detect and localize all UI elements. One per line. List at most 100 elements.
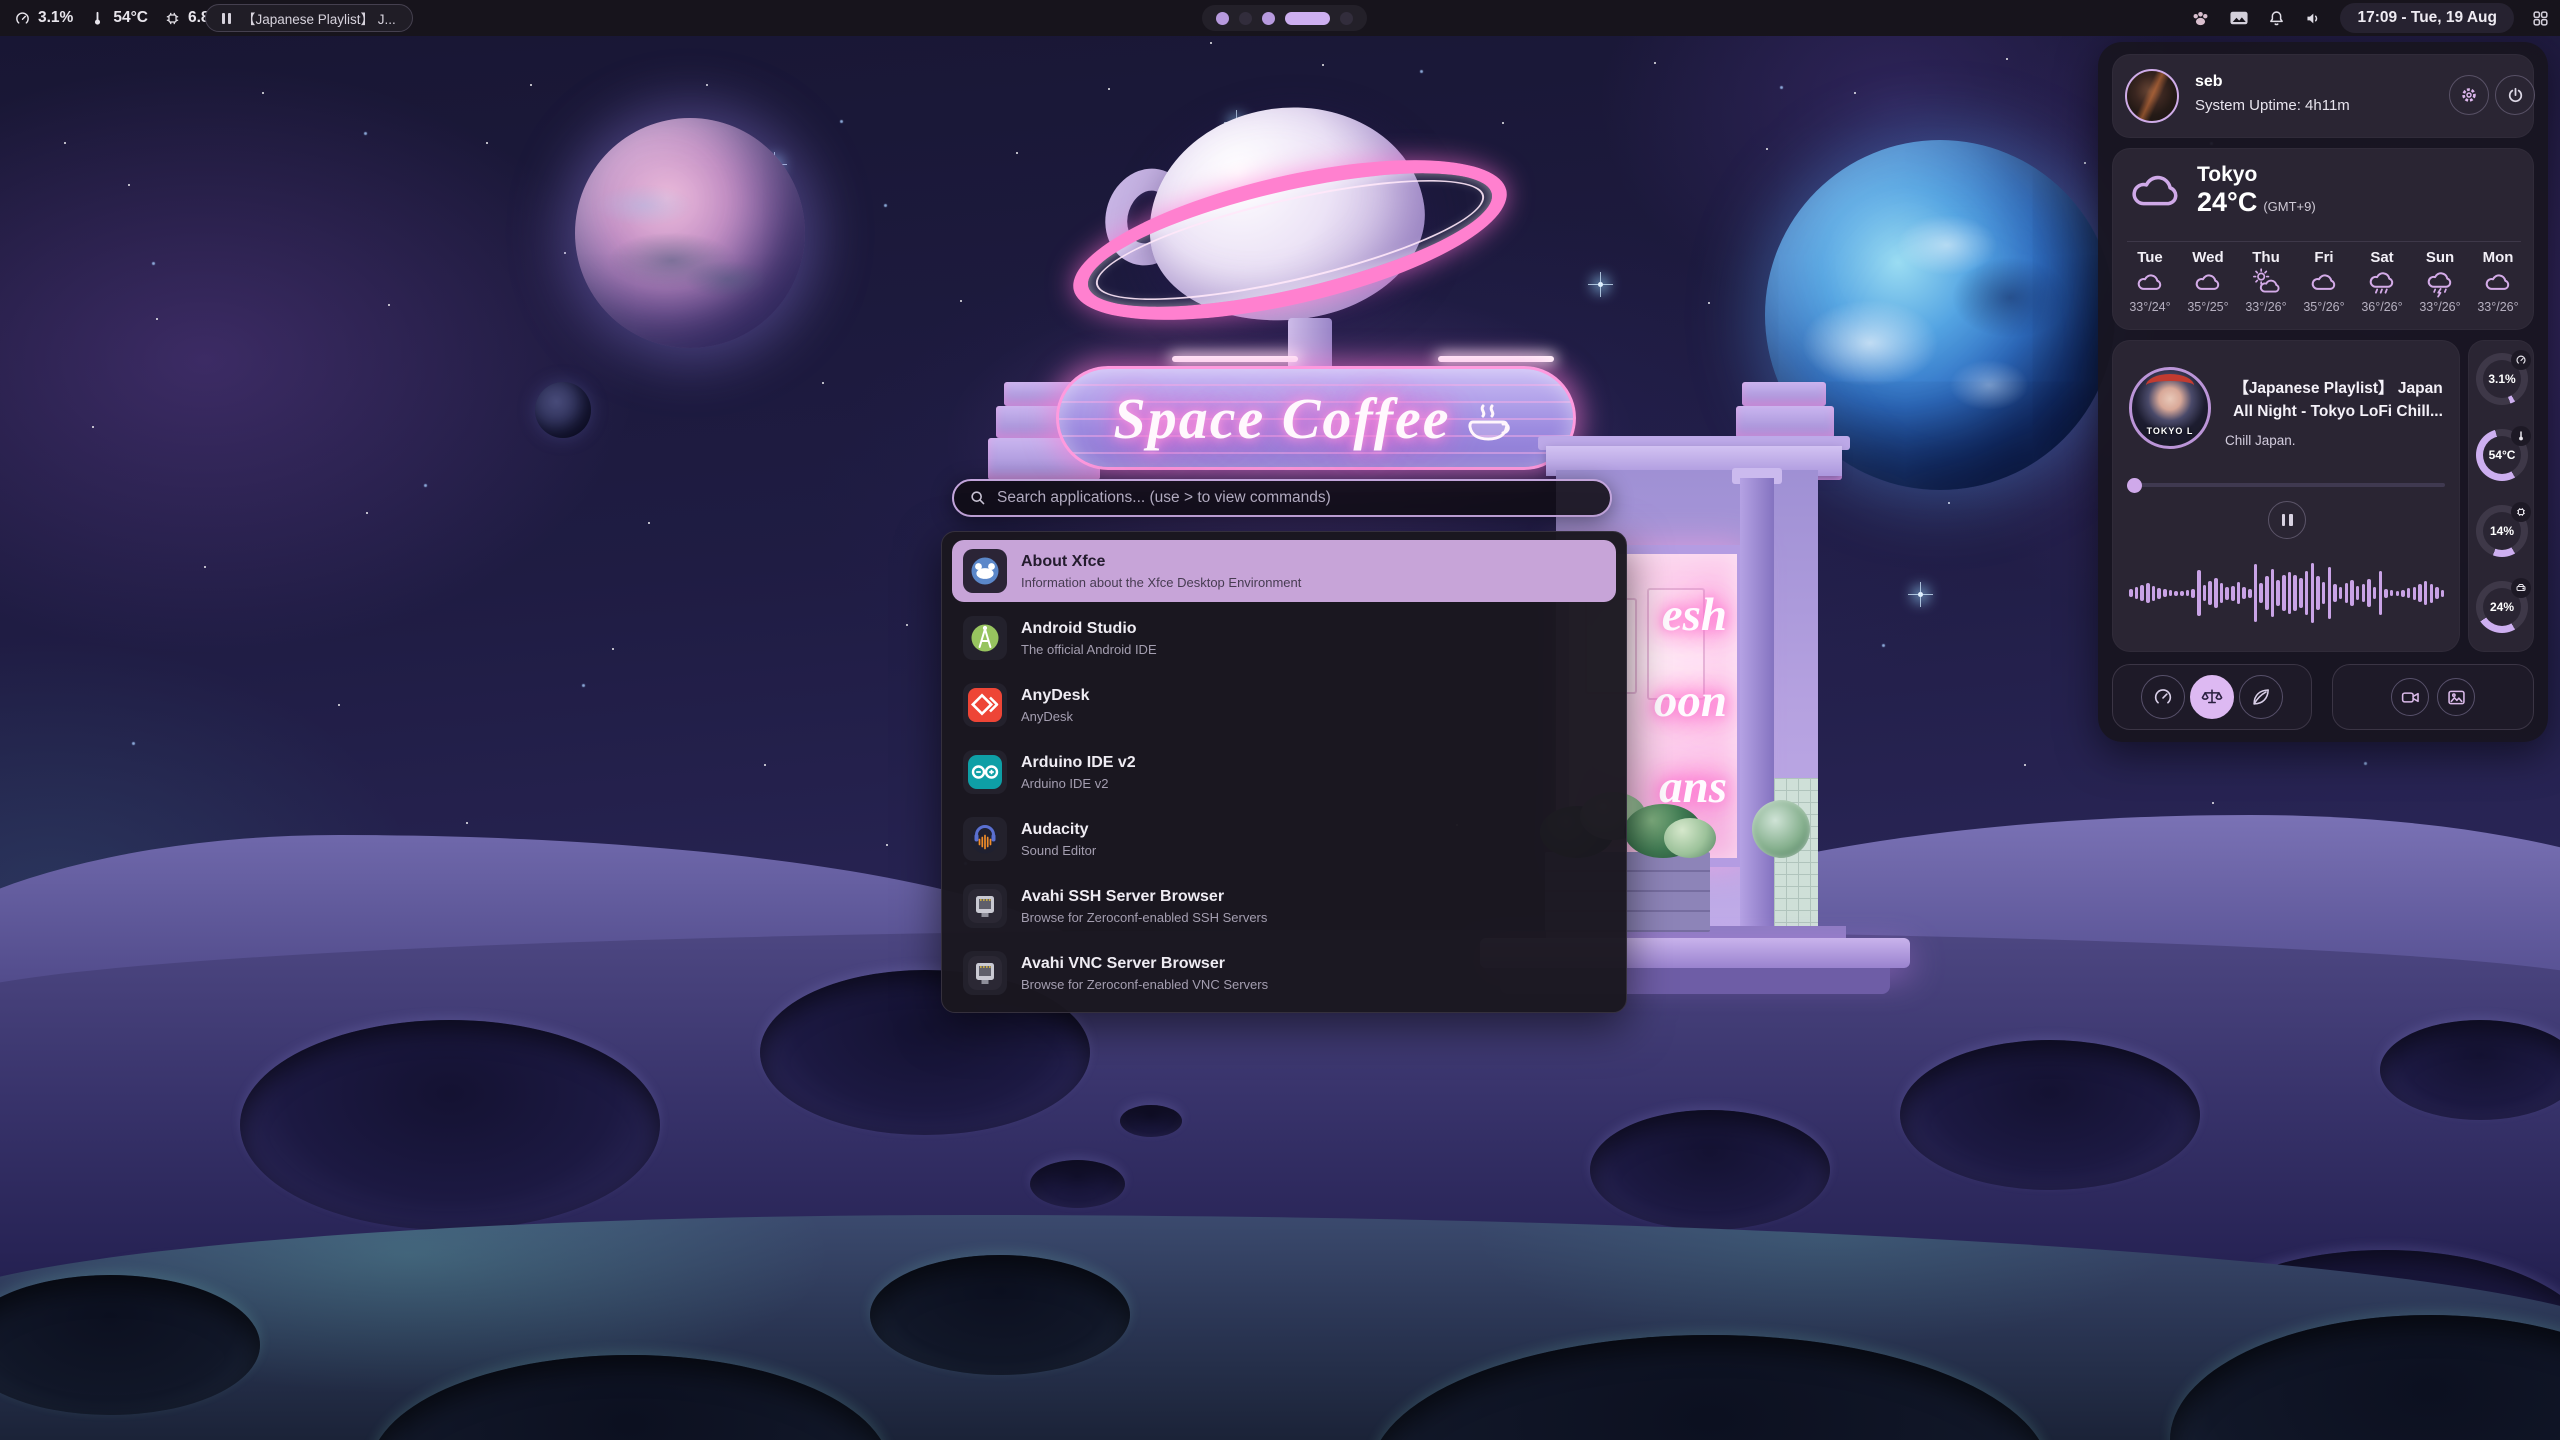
pause-icon <box>222 13 231 24</box>
workspace-dot-empty[interactable] <box>1340 12 1353 25</box>
weather-storm-icon <box>2425 268 2455 298</box>
temperature-stat[interactable]: 54°C <box>89 9 148 27</box>
forecast-day: Fri 35°/26° <box>2295 249 2353 314</box>
launcher-item-anydesk[interactable]: AnyDesk AnyDesk <box>952 674 1616 736</box>
media-player-card: TOKYO L 【Japanese Playlist】 Japan All Ni… <box>2112 340 2460 652</box>
launcher-item-audacity[interactable]: Audacity Sound Editor <box>952 808 1616 870</box>
seek-bar[interactable] <box>2129 483 2445 487</box>
image-icon <box>2446 687 2467 708</box>
power-button[interactable] <box>2495 75 2535 115</box>
chip-icon <box>2511 502 2531 522</box>
weather-cloud-icon <box>2483 268 2513 298</box>
capture-group <box>2332 664 2534 730</box>
coffee-cup-icon <box>1461 392 1519 444</box>
seek-knob[interactable] <box>2127 478 2142 493</box>
forecast-day: Thu 33°/26° <box>2237 249 2295 314</box>
weekly-forecast: Tue 33°/24° Wed 35°/25° Thu 33°/26° Fri <box>2121 249 2527 314</box>
cpu-usage-stat[interactable]: 3.1% <box>14 9 73 27</box>
speaker-icon[interactable] <box>2303 9 2323 28</box>
bell-icon[interactable] <box>2267 8 2286 28</box>
cloud-icon <box>2127 163 2185 209</box>
power-profile-group <box>2112 664 2312 730</box>
cpu-gauge: 3.1% <box>2476 353 2528 405</box>
bright-star <box>1598 282 1603 287</box>
now-playing-pill[interactable]: 【Japanese Playlist】 J... <box>205 4 413 32</box>
track-subtitle: Chill Japan. <box>2225 433 2296 448</box>
launcher-item-android-studio[interactable]: Android Studio The official Android IDE <box>952 607 1616 669</box>
xfce-icon <box>963 549 1007 593</box>
weather-city: Tokyo <box>2197 163 2257 187</box>
app-name: Arduino IDE v2 <box>1021 754 1136 772</box>
audio-visualizer <box>2129 549 2445 637</box>
workspace-dot-occupied[interactable] <box>1262 12 1275 25</box>
sign-text: Space Coffee <box>1114 385 1451 452</box>
workspace-dot-occupied[interactable] <box>1216 12 1229 25</box>
user-card: seb System Uptime: 4h11m <box>2112 54 2534 138</box>
app-name: AnyDesk <box>1021 687 1089 705</box>
performance-profile-button[interactable] <box>2141 675 2185 719</box>
workspace-indicator[interactable] <box>1202 5 1367 31</box>
network-jack-icon <box>963 884 1007 928</box>
username: seb <box>2195 73 2223 91</box>
app-name: Audacity <box>1021 821 1096 839</box>
memory-gauge: 14% <box>2476 505 2528 557</box>
launcher-item-about-xfce[interactable]: About Xfce Information about the Xfce De… <box>952 540 1616 602</box>
power-icon <box>2506 86 2525 105</box>
search-icon <box>969 489 987 507</box>
gear-icon <box>2459 85 2479 105</box>
uptime-text: System Uptime: 4h11m <box>2195 97 2350 114</box>
app-results-panel: About Xfce Information about the Xfce De… <box>941 531 1627 1013</box>
search-bar[interactable] <box>952 479 1612 517</box>
app-description: Browse for Zeroconf-enabled SSH Servers <box>1021 910 1267 925</box>
workspace-dot-empty[interactable] <box>1239 12 1252 25</box>
app-name: Avahi VNC Server Browser <box>1021 955 1268 973</box>
launcher-item-avahi-ssh[interactable]: Avahi SSH Server Browser Browse for Zero… <box>952 875 1616 937</box>
forecast-day: Sun 33°/26° <box>2411 249 2469 314</box>
video-camera-icon <box>2400 687 2421 708</box>
chip-icon <box>164 10 181 27</box>
audacity-icon <box>963 817 1007 861</box>
launcher-item-arduino[interactable]: Arduino IDE v2 Arduino IDE v2 <box>952 741 1616 803</box>
paw-tray-icon[interactable] <box>2190 9 2211 28</box>
weather-cloud-icon <box>2193 268 2223 298</box>
powersave-profile-button[interactable] <box>2239 675 2283 719</box>
pink-planet <box>575 118 805 348</box>
leaf-icon <box>2250 686 2272 708</box>
screenshot-button[interactable] <box>2437 678 2475 716</box>
app-name: About Xfce <box>1021 553 1301 571</box>
wallpaper-tray-icon[interactable] <box>2228 9 2250 27</box>
weather-temp: 24°C(GMT+9) <box>2197 187 2316 218</box>
workspace-dot-active[interactable] <box>1285 12 1330 25</box>
balanced-profile-button[interactable] <box>2190 675 2234 719</box>
pause-button[interactable] <box>2268 501 2306 539</box>
android-studio-icon <box>963 616 1007 660</box>
forecast-day: Sat 36°/26° <box>2353 249 2411 314</box>
weather-rain-icon <box>2367 268 2397 298</box>
weather-timezone: (GMT+9) <box>2263 199 2315 214</box>
desktop: Space Coffee esh oon ans <box>0 0 2560 1440</box>
launcher-item-avahi-vnc[interactable]: Avahi VNC Server Browser Browse for Zero… <box>952 942 1616 1004</box>
overview-grid-icon[interactable] <box>2531 9 2550 28</box>
divider <box>2127 241 2521 242</box>
shop-column <box>1740 478 1774 936</box>
avatar[interactable] <box>2125 69 2179 123</box>
app-description: AnyDesk <box>1021 709 1089 724</box>
app-description: Information about the Xfce Desktop Envir… <box>1021 575 1301 590</box>
system-gauges-card: 3.1% 54°C 14% 24% <box>2468 340 2534 652</box>
album-art-text: TOKYO L <box>2132 426 2208 436</box>
album-art[interactable]: TOKYO L <box>2129 367 2211 449</box>
app-description: Sound Editor <box>1021 843 1096 858</box>
settings-button[interactable] <box>2449 75 2489 115</box>
app-name: Avahi SSH Server Browser <box>1021 888 1267 906</box>
screen-record-button[interactable] <box>2391 678 2429 716</box>
search-input[interactable] <box>997 489 1595 507</box>
forecast-day: Wed 35°/25° <box>2179 249 2237 314</box>
widgets-panel: seb System Uptime: 4h11m Tokyo 24°C(GMT+… <box>2098 42 2548 742</box>
gauge-icon <box>2511 350 2531 370</box>
gauge-icon <box>14 10 31 27</box>
disk-gauge: 24% <box>2476 581 2528 633</box>
clock[interactable]: 17:09 - Tue, 19 Aug <box>2340 3 2514 33</box>
app-name: Android Studio <box>1021 620 1157 638</box>
arduino-icon <box>963 750 1007 794</box>
track-title: 【Japanese Playlist】 Japan All Night - To… <box>2225 377 2451 423</box>
